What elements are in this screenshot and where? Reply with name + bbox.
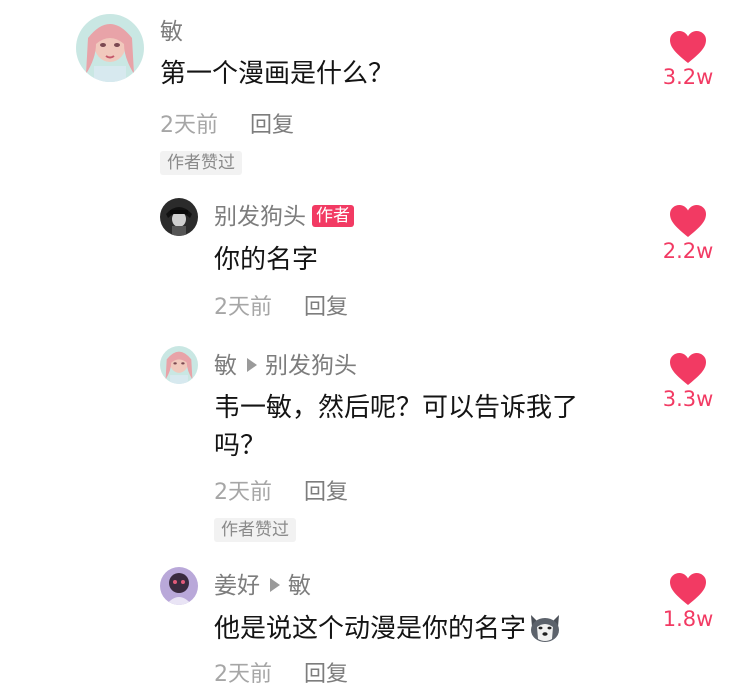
reply-arrow-icon: [270, 578, 280, 592]
reply-button[interactable]: 回复: [250, 113, 294, 138]
reply-button[interactable]: 回复: [304, 662, 348, 687]
heart-icon: [670, 573, 706, 605]
timestamp: 2天前: [214, 480, 272, 505]
like-button[interactable]: 3.2w: [648, 30, 728, 90]
reply-button[interactable]: 回复: [304, 295, 348, 320]
comment-text-body: 他是说这个动漫是你的名字: [214, 614, 527, 644]
like-button[interactable]: 3.3w: [648, 352, 728, 412]
like-count: 1.8w: [662, 607, 714, 631]
reply-to-username[interactable]: 别发狗头: [265, 353, 357, 379]
author-badge: 作者: [312, 205, 354, 227]
comment-text-line: 韦一敏，然后呢？可以告诉我了: [214, 393, 579, 423]
heart-icon: [670, 205, 706, 237]
author-liked-tag: 作者赞过: [214, 518, 296, 542]
timestamp: 2天前: [214, 662, 272, 687]
heart-icon: [670, 31, 706, 63]
username: 敏 别发狗头: [214, 352, 357, 380]
reply-button[interactable]: 回复: [304, 480, 348, 505]
like-button[interactable]: 2.2w: [648, 204, 728, 264]
dog-emoji-icon: [528, 613, 562, 643]
like-count: 3.3w: [662, 387, 714, 411]
comment-meta: 2天前 回复: [214, 661, 348, 689]
comment-text: 他是说这个动漫是你的名字: [214, 610, 562, 648]
avatar[interactable]: [160, 346, 198, 384]
reply-to-username[interactable]: 敏: [288, 573, 311, 599]
like-count: 2.2w: [662, 239, 714, 263]
avatar[interactable]: [160, 567, 198, 605]
author-liked-tag: 作者赞过: [160, 151, 242, 175]
username[interactable]: 敏: [160, 18, 183, 46]
heart-icon: [670, 353, 706, 385]
username-text[interactable]: 别发狗头: [214, 204, 306, 230]
comment-meta: 2天前 回复: [214, 479, 348, 507]
like-count: 3.2w: [662, 65, 714, 89]
username-text[interactable]: 敏: [214, 353, 237, 379]
timestamp: 2天前: [214, 295, 272, 320]
username: 姜好 敏: [214, 572, 311, 600]
avatar[interactable]: [160, 198, 198, 236]
comment-text: 你的名字: [214, 245, 319, 275]
username-text[interactable]: 姜好: [214, 573, 260, 599]
comment-meta: 2天前 回复: [214, 294, 348, 322]
reply-arrow-icon: [247, 358, 257, 372]
like-button[interactable]: 1.8w: [648, 572, 728, 632]
comment-meta: 2天前 回复: [160, 112, 294, 140]
comment-text-line: 吗？: [214, 431, 267, 461]
timestamp: 2天前: [160, 113, 218, 138]
username[interactable]: 别发狗头 作者: [214, 203, 354, 231]
comment-text: 韦一敏，然后呢？可以告诉我了 吗？: [214, 389, 578, 465]
comment-text: 第一个漫画是什么？: [160, 59, 395, 89]
avatar[interactable]: [76, 14, 144, 82]
